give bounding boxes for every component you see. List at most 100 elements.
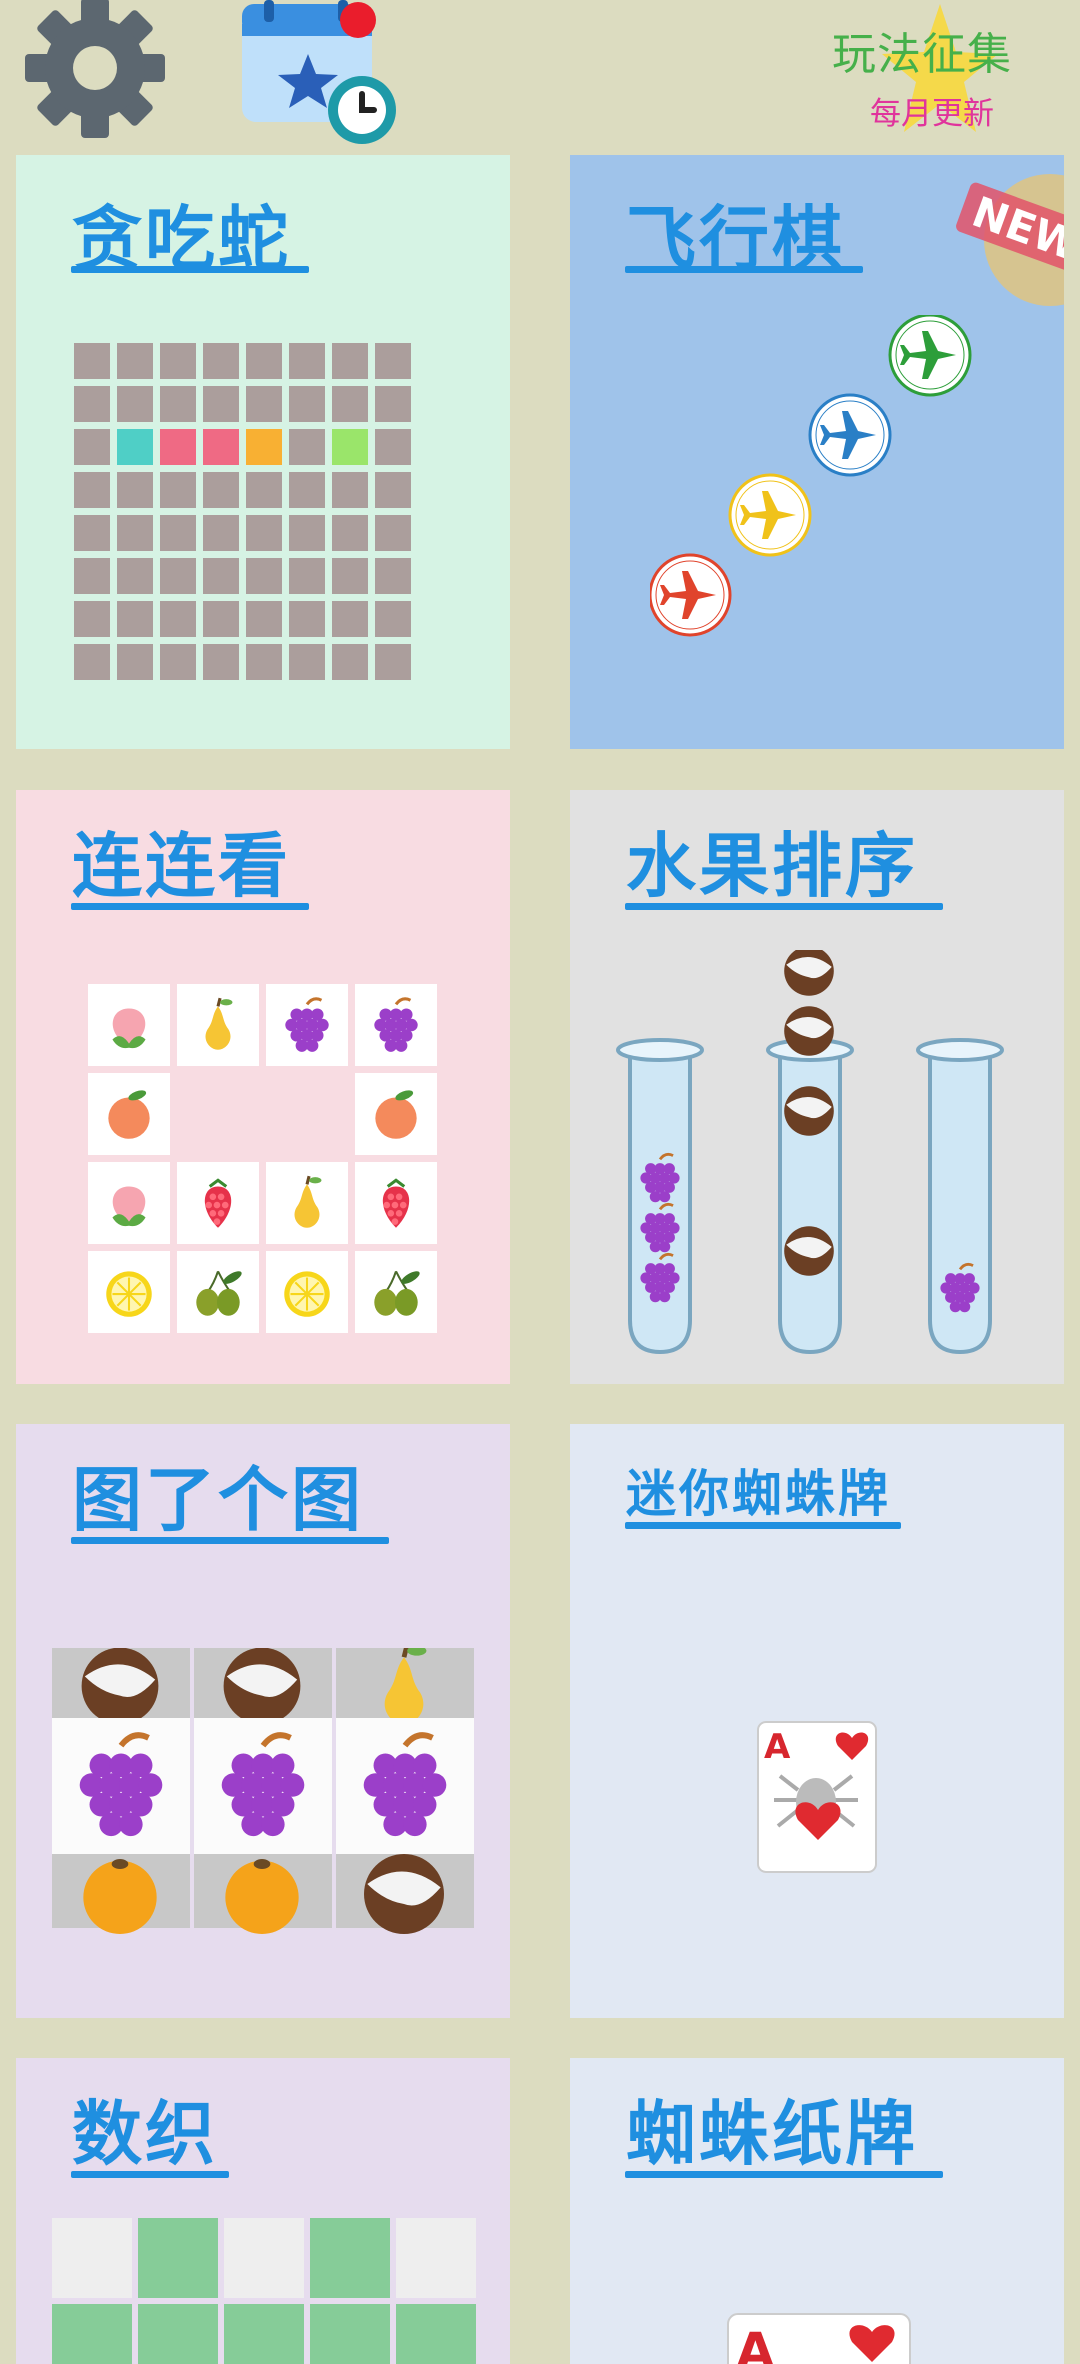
- game-card-tile-match[interactable]: 图了个图: [16, 1424, 510, 2018]
- grid-cell: [74, 386, 110, 422]
- nonogram-cell: [224, 2218, 304, 2298]
- grid-cell: [117, 472, 153, 508]
- card-title: 水果排序: [626, 825, 918, 907]
- coconut-icon: [223, 1648, 301, 1725]
- grid-cell: [160, 515, 196, 551]
- game-card-spider-solitaire[interactable]: 蜘蛛纸牌 A: [570, 2058, 1064, 2364]
- game-card-nonogram[interactable]: 数织: [16, 2058, 510, 2364]
- grid-cell: [160, 472, 196, 508]
- grid-cell: [332, 343, 368, 379]
- match-tile: [355, 1162, 437, 1244]
- card-rank: A: [736, 2322, 775, 2364]
- match-tile: [177, 1162, 259, 1244]
- match-tile: [177, 1251, 259, 1333]
- promo-title: 玩法征集: [832, 29, 1012, 80]
- solitaire-card-illustration: A: [727, 2313, 911, 2364]
- lemon-icon: [284, 1271, 330, 1317]
- game-card-ludo[interactable]: 飞行棋 NEW: [570, 155, 1064, 749]
- gear-icon: [25, 0, 165, 138]
- grid-cell: [160, 601, 196, 637]
- grid-cell: [332, 429, 368, 465]
- raspberry-icon: [204, 1178, 232, 1228]
- tile-stack-illustration: [52, 1648, 474, 1934]
- apricot-icon: [108, 1090, 150, 1139]
- plane-piece: [888, 315, 972, 397]
- apricot-icon: [375, 1090, 417, 1139]
- grid-cell: [289, 515, 325, 551]
- calendar-star-clock-icon: [242, 0, 396, 144]
- grid-cell: [289, 386, 325, 422]
- grid-cell: [246, 515, 282, 551]
- grid-cell: [375, 343, 411, 379]
- top-bar: 玩法征集 每月更新: [0, 0, 1080, 150]
- grid-cell: [74, 472, 110, 508]
- grid-cell: [375, 644, 411, 680]
- grid-cell: [203, 515, 239, 551]
- match-tile: [355, 984, 437, 1066]
- grid-cell: [375, 601, 411, 637]
- game-card-fruit-sort[interactable]: 水果排序: [570, 790, 1064, 1384]
- grid-cell: [203, 429, 239, 465]
- feature-request-promo[interactable]: 玩法征集 每月更新: [820, 0, 1080, 140]
- plane-piece: [808, 393, 892, 477]
- grid-cell: [246, 343, 282, 379]
- grid-cell: [246, 558, 282, 594]
- coconut-icon: [784, 1226, 834, 1276]
- nonogram-cell: [52, 2304, 132, 2364]
- new-badge: NEW: [956, 174, 1064, 306]
- match-tile: [88, 984, 170, 1066]
- title-underline: [625, 266, 863, 273]
- card-title: 连连看: [72, 825, 291, 907]
- planes-illustration: [650, 315, 972, 637]
- game-card-match[interactable]: 连连看: [16, 790, 510, 1384]
- spider-card-illustration: A: [757, 1721, 877, 1873]
- grid-cell: [117, 429, 153, 465]
- match-tile: [177, 984, 259, 1066]
- grid-cell: [74, 644, 110, 680]
- nonogram-cell: [224, 2304, 304, 2364]
- card-title: 迷你蜘蛛牌: [626, 1465, 891, 1523]
- grid-cell: [203, 644, 239, 680]
- grid-cell: [160, 386, 196, 422]
- grid-cell: [375, 472, 411, 508]
- match-tile: [88, 1251, 170, 1333]
- grid-cell: [332, 472, 368, 508]
- grid-cell: [160, 429, 196, 465]
- grid-cell: [332, 515, 368, 551]
- grid-cell: [117, 644, 153, 680]
- grid-cell: [289, 601, 325, 637]
- grid-cell: [74, 601, 110, 637]
- match-tile: [266, 1162, 348, 1244]
- grid-cell: [203, 601, 239, 637]
- grid-cell: [289, 343, 325, 379]
- grid-cell: [332, 601, 368, 637]
- peach-icon: [112, 1186, 146, 1227]
- match-tile: [266, 984, 348, 1066]
- grid-cell: [117, 558, 153, 594]
- settings-button[interactable]: [20, 0, 170, 150]
- game-card-snake[interactable]: 贪吃蛇: [16, 155, 510, 749]
- title-underline: [71, 2171, 229, 2178]
- grid-cell: [332, 644, 368, 680]
- title-underline: [71, 903, 309, 910]
- grid-cell: [160, 343, 196, 379]
- coconut-icon: [784, 1006, 834, 1056]
- grape-icon: [285, 997, 329, 1052]
- coconut-icon: [364, 1854, 444, 1934]
- grid-cell: [74, 343, 110, 379]
- nonogram-cell: [138, 2304, 218, 2364]
- grid-cell: [160, 558, 196, 594]
- nonogram-cell: [396, 2304, 476, 2364]
- grid-cell: [246, 644, 282, 680]
- calendar-button[interactable]: [238, 0, 398, 148]
- title-underline: [625, 1522, 901, 1529]
- grape-icon: [374, 997, 418, 1052]
- card-rank: A: [764, 1727, 791, 1767]
- grid-cell: [289, 472, 325, 508]
- game-card-mini-spider[interactable]: 迷你蜘蛛牌 A: [570, 1424, 1064, 2018]
- grid-cell: [203, 558, 239, 594]
- nonogram-cell: [138, 2218, 218, 2298]
- grid-cell: [246, 472, 282, 508]
- match-tile: [355, 1251, 437, 1333]
- title-underline: [71, 266, 309, 273]
